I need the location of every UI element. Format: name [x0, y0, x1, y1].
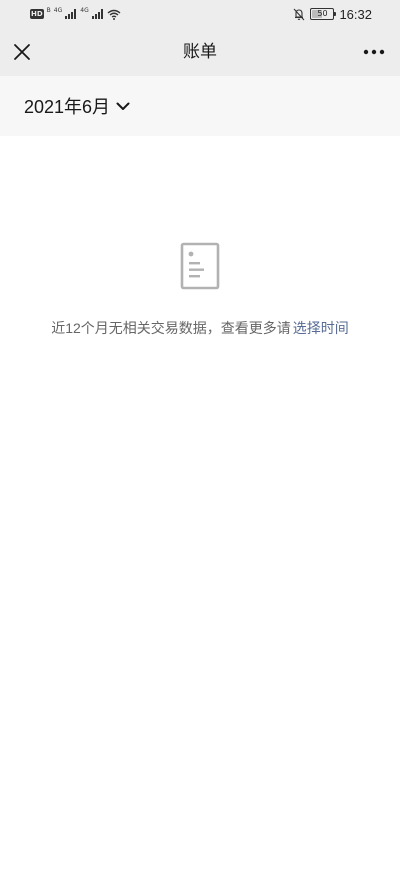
signal-2-label: 4G [80, 7, 89, 14]
signal-icon [91, 9, 103, 19]
mute-bell-icon [294, 8, 305, 20]
status-right-group: 50 16:32 [293, 5, 372, 23]
month-selector-bar: 2021年6月 [0, 76, 400, 136]
signal-icon [65, 9, 77, 19]
hd-badge: HD [30, 9, 44, 19]
more-button[interactable] [356, 34, 392, 70]
select-time-link[interactable]: 选择时间 [293, 320, 349, 336]
status-time: 16:32 [339, 6, 372, 22]
signal-1-label: 4G [53, 7, 63, 14]
empty-state: 近12个月无相关交易数据，查看更多请 选择时间 [0, 242, 400, 338]
title-bar: 账单 [0, 28, 400, 76]
battery-level: 50 [317, 9, 328, 18]
empty-message-row: 近12个月无相关交易数据，查看更多请 选择时间 [0, 318, 400, 338]
battery-icon: 50 [310, 8, 337, 20]
chevron-down-icon [116, 102, 130, 110]
document-icon [180, 242, 220, 290]
status-bar: HD B 4G 4G 50 16:32 [0, 0, 400, 28]
month-label: 2021年6月 [24, 97, 111, 117]
wifi-icon [107, 9, 121, 20]
network-sub-label: B [46, 7, 51, 14]
month-picker[interactable]: 2021年6月 [24, 92, 130, 120]
status-left-group: HD B 4G 4G [30, 6, 121, 22]
empty-message: 近12个月无相关交易数据，查看更多请 [51, 320, 291, 336]
more-icon [363, 49, 385, 55]
page-title: 账单 [183, 42, 217, 61]
